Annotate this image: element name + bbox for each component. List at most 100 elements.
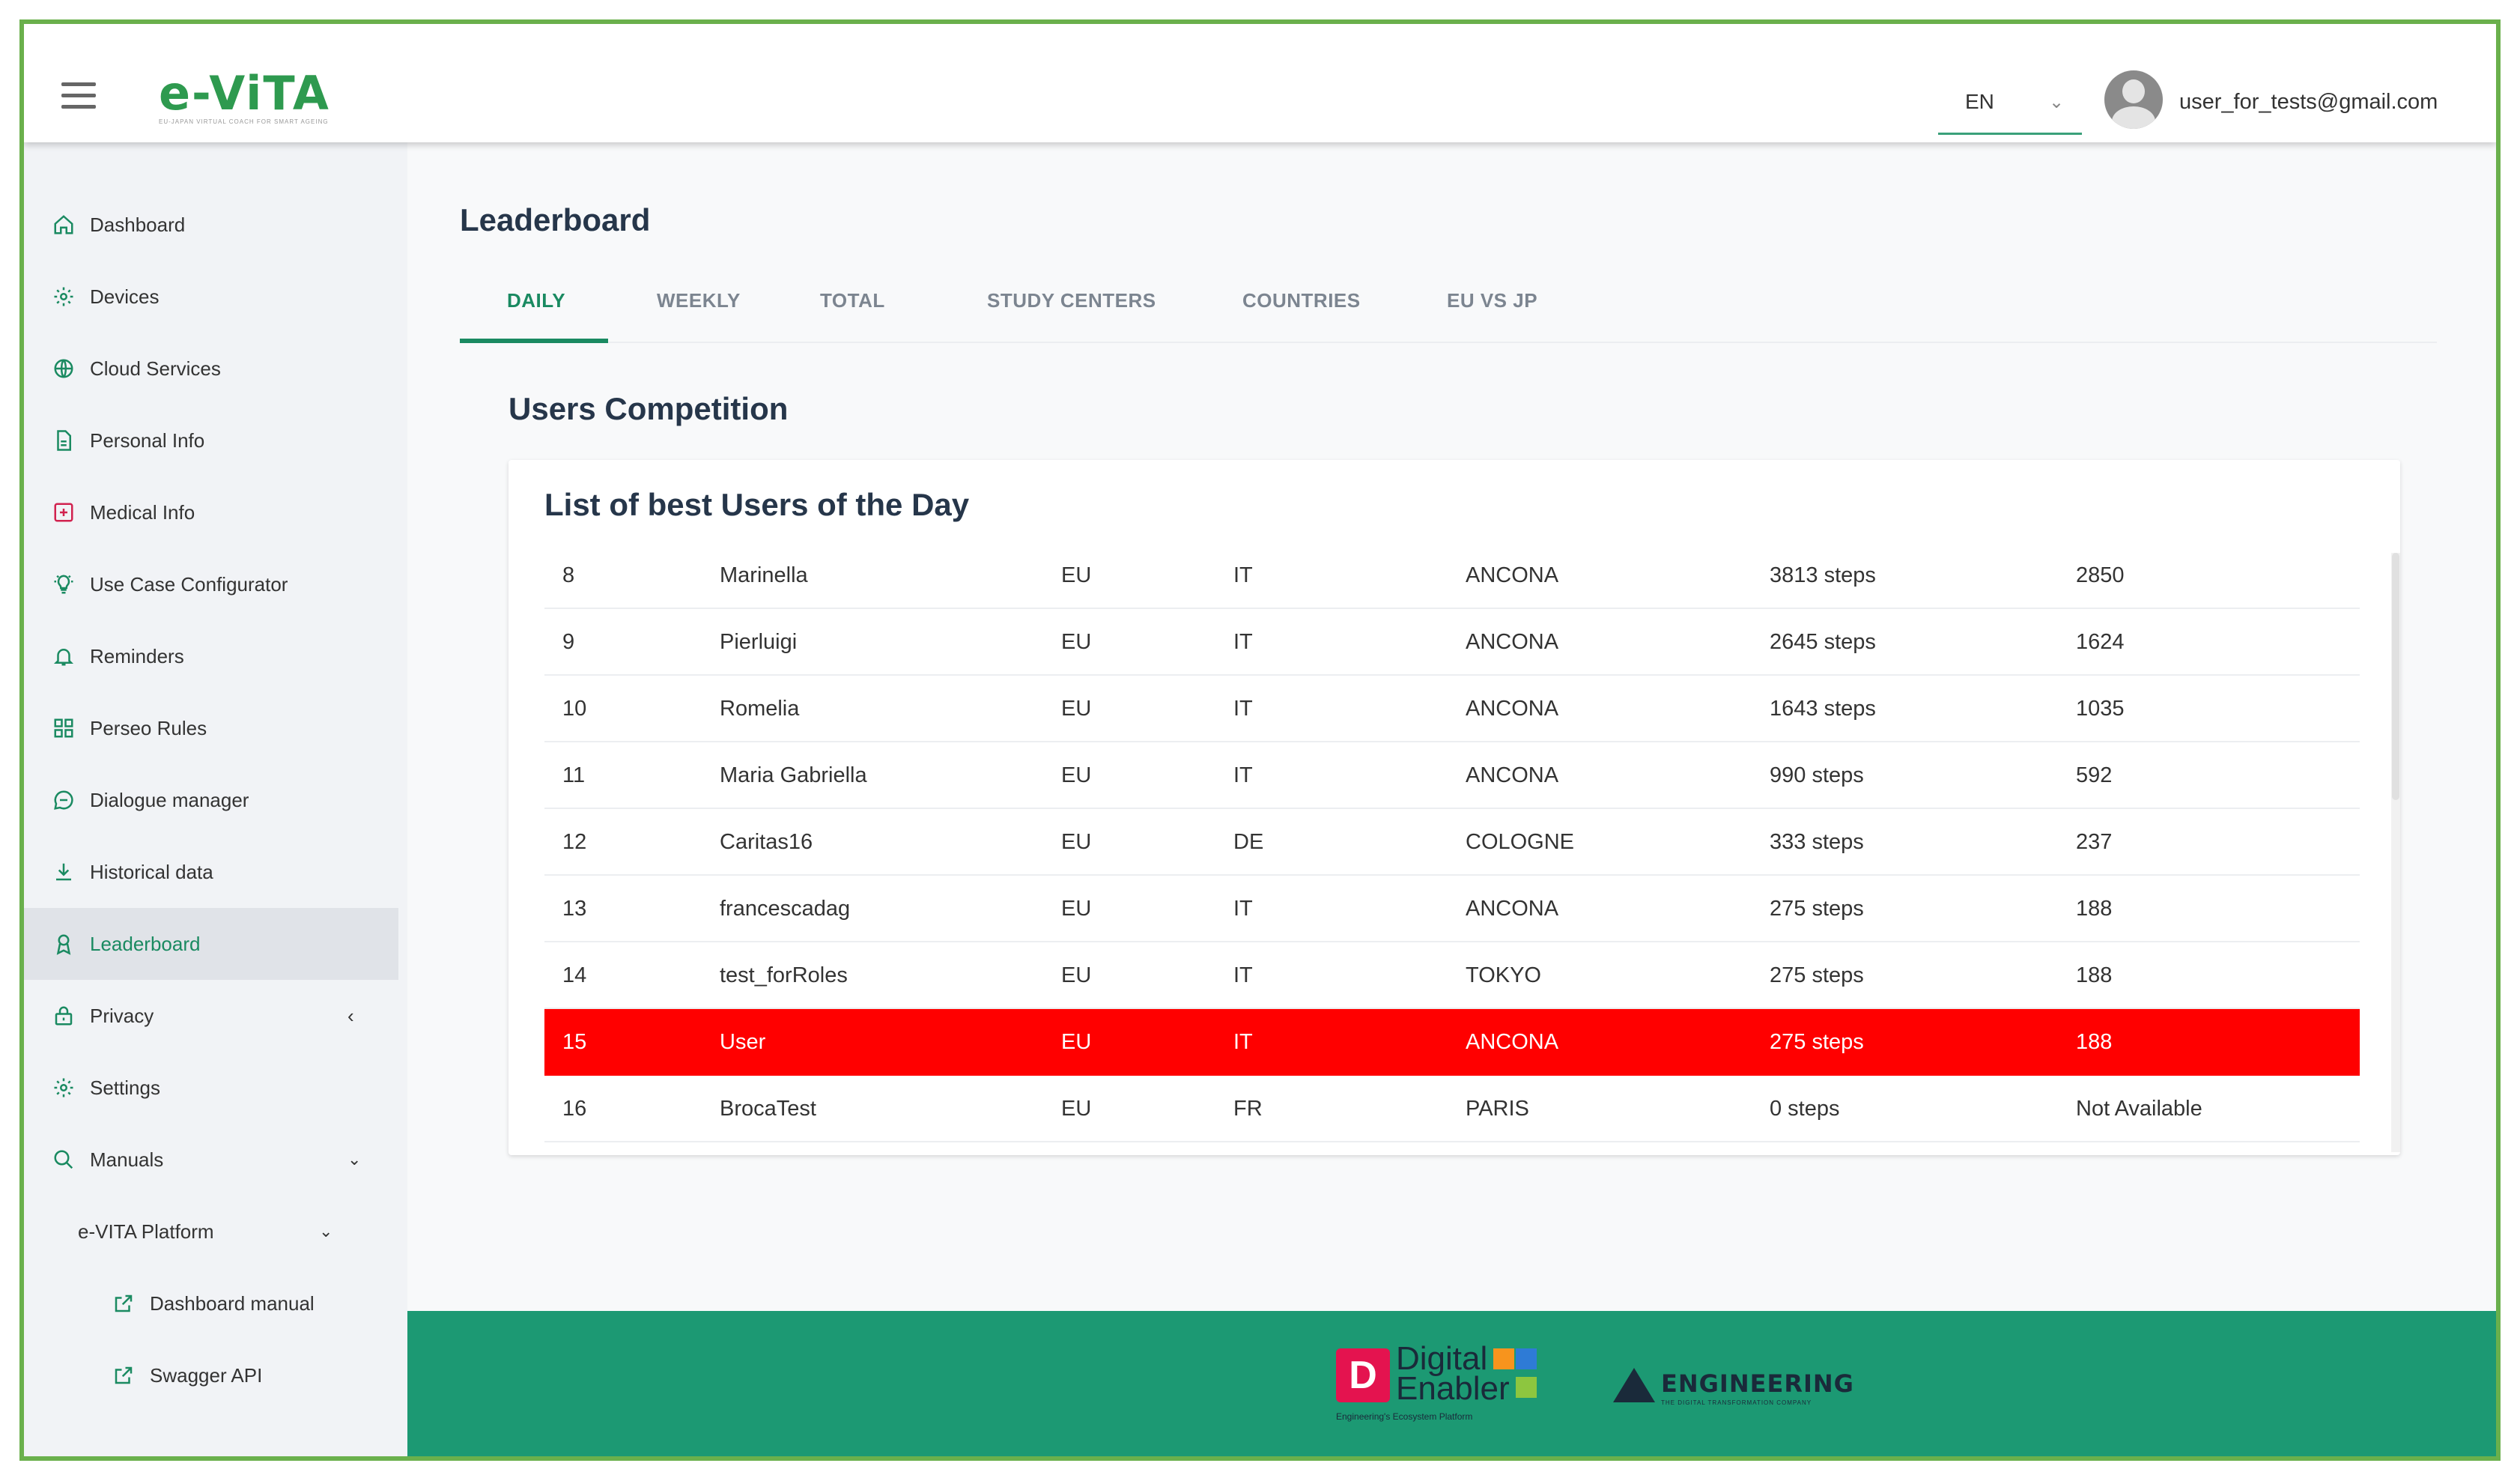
tab-total[interactable]: TOTAL [820,289,885,343]
city-cell: PARIS [1466,1097,1529,1121]
evita-logo[interactable]: e-ViTA EU-JAPAN VIRTUAL COACH FOR SMART … [159,70,331,126]
table-row: 13 francescadag EU IT ANCONA 275 steps 188 [544,876,2360,942]
steps-cell: 275 steps [1770,963,1864,987]
rank-cell: 13 [562,897,587,921]
sidebar-item-settings[interactable]: Settings [24,1052,398,1124]
bell-icon [51,643,76,669]
city-cell: ANCONA [1466,1030,1559,1054]
sidebar-item-label: Cloud Services [90,357,221,380]
tab-study-centers[interactable]: STUDY CENTERS [987,289,1156,343]
language-select[interactable]: EN ⌄ [1938,76,2082,135]
rank-cell: 15 [562,1030,587,1054]
menu-icon[interactable] [61,82,96,112]
tab-daily[interactable]: DAILY [460,289,608,343]
engineering-text: ENGINEERING [1661,1369,1854,1398]
digital-enabler-logo: D Digital Enabler Engineering's Ecosyste… [1336,1340,1538,1429]
digital-enabler-text: Digital [1396,1340,1488,1377]
engineering-tagline: THE DIGITAL TRANSFORMATION COMPANY [1661,1399,1812,1406]
region-cell: EU [1061,630,1092,654]
steps-cell: 333 steps [1770,830,1864,854]
lightbulb-icon [51,572,76,597]
name-cell: Romelia [720,697,800,721]
name-cell: Pierluigi [720,630,798,654]
steps-cell: 1643 steps [1770,697,1876,721]
city-cell: ANCONA [1466,563,1559,587]
sidebar-item-dialogue-manager[interactable]: Dialogue manager [24,764,398,836]
avatar[interactable] [2104,70,2163,129]
sidebar-item-label: e-VITA Platform [78,1220,214,1243]
sidebar-item-cloud-services[interactable]: Cloud Services [24,333,398,405]
country-cell: IT [1233,963,1253,987]
table-row: 10 Romelia EU IT ANCONA 1643 steps 1035 [544,676,2360,742]
chevron-down-icon: ⌄ [2049,92,2065,112]
digital-enabler-tagline: Engineering's Ecosystem Platform [1336,1411,1473,1422]
sidebar-item-label: Devices [90,285,160,308]
sidebar-item-manuals[interactable]: Manuals ⌄ [24,1124,398,1196]
table-row: 12 Caritas16 EU DE COLOGNE 333 steps 237 [544,809,2360,876]
name-cell: test_forRoles [720,963,848,987]
score-cell: 1624 [2076,630,2125,654]
steps-cell: 990 steps [1770,763,1864,787]
scrollbar[interactable] [2391,553,2400,1152]
sidebar-item-privacy[interactable]: Privacy ‹ [24,980,398,1052]
document-icon [51,428,76,453]
scrollbar-thumb[interactable] [2392,553,2399,800]
footer: D Digital Enabler Engineering's Ecosyste… [407,1311,2496,1456]
download-icon [51,859,76,885]
external-link-icon [111,1291,136,1316]
city-cell: COLOGNE [1466,830,1575,854]
leaderboard-tabs: DAILY WEEKLY TOTAL STUDY CENTERS COUNTRI… [460,289,2437,343]
sidebar-item-swagger-api[interactable]: Swagger API [24,1339,398,1411]
sidebar-item-evita-platform[interactable]: e-VITA Platform ⌄ [24,1196,398,1268]
sidebar-item-dashboard[interactable]: Dashboard [24,189,398,261]
rank-cell: 12 [562,830,587,854]
score-cell: 1035 [2076,697,2125,721]
sidebar-item-label: Swagger API [150,1363,263,1387]
globe-icon [51,356,76,381]
sidebar-item-devices[interactable]: Devices [24,261,398,333]
city-cell: ANCONA [1466,897,1559,921]
sidebar-item-perseo-rules[interactable]: Perseo Rules [24,692,398,764]
country-cell: IT [1233,630,1253,654]
score-cell: Not Available [2076,1097,2202,1121]
sidebar-item-personal-info[interactable]: Personal Info [24,405,398,476]
table-row: 14 test_forRoles EU IT TOKYO 275 steps 188 [544,942,2360,1009]
sidebar-item-label: Dialogue manager [90,788,249,811]
steps-cell: 3813 steps [1770,563,1876,587]
tab-weekly[interactable]: WEEKLY [657,289,741,343]
sidebar-item-label: Settings [90,1076,160,1099]
sidebar-item-dashboard-manual[interactable]: Dashboard manual [24,1268,398,1339]
user-email[interactable]: user_for_tests@gmail.com [2179,90,2438,115]
sidebar-item-label: Dashboard [90,213,186,236]
tab-eu-vs-jp[interactable]: EU VS JP [1447,289,1537,343]
table-row: 9 Pierluigi EU IT ANCONA 2645 steps 1624 [544,609,2360,676]
leaderboard-card: List of best Users of the Day 8 Marinella… [508,460,2400,1155]
sidebar-item-reminders[interactable]: Reminders [24,620,398,692]
sidebar-item-label: Medical Info [90,500,195,524]
sidebar-item-label: Personal Info [90,428,205,452]
app-frame: e-ViTA EU-JAPAN VIRTUAL COACH FOR SMART … [19,19,2501,1461]
sidebar-item-use-case-configurator[interactable]: Use Case Configurator [24,548,398,620]
name-cell: Marinella [720,563,808,587]
sidebar: Dashboard Devices Cloud Services Persona… [24,142,407,1456]
chevron-left-icon: ‹ [347,1004,354,1027]
region-cell: EU [1061,830,1092,854]
country-cell: FR [1233,1097,1263,1121]
award-icon [51,931,76,957]
page-title: Leaderboard [460,202,651,237]
region-cell: EU [1061,563,1092,587]
section-title: Users Competition [508,391,789,426]
tab-countries[interactable]: COUNTRIES [1242,289,1361,343]
city-cell: ANCONA [1466,697,1559,721]
sidebar-item-historical-data[interactable]: Historical data [24,836,398,908]
steps-cell: 2645 steps [1770,630,1876,654]
lock-icon [51,1003,76,1029]
sidebar-item-label: Leaderboard [90,932,201,955]
rank-cell: 14 [562,963,587,987]
sidebar-item-leaderboard[interactable]: Leaderboard [24,908,398,980]
name-cell: francescadag [720,897,851,921]
home-icon [51,212,76,237]
table-row: 11 Maria Gabriella EU IT ANCONA 990 steps 592 [544,742,2360,809]
country-cell: IT [1233,697,1253,721]
sidebar-item-medical-info[interactable]: Medical Info [24,476,398,548]
